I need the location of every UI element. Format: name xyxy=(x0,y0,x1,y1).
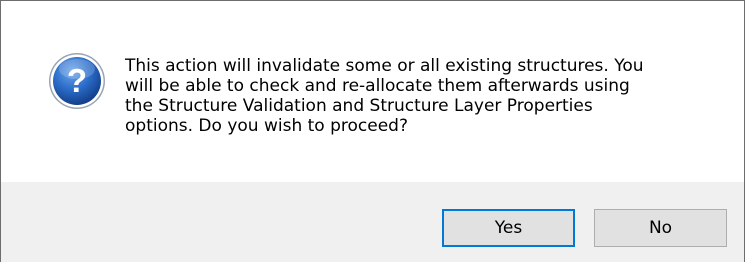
question-glyph: ? xyxy=(67,62,87,99)
dialog-button-bar: Yes No xyxy=(1,182,744,262)
question-icon: ? xyxy=(47,51,107,111)
no-button[interactable]: No xyxy=(594,209,727,247)
dialog-message: This action will invalidate some or all … xyxy=(125,56,644,136)
confirmation-dialog: ? This action will invalidate some or al… xyxy=(0,0,745,262)
yes-button[interactable]: Yes xyxy=(442,209,575,247)
dialog-content: ? This action will invalidate some or al… xyxy=(1,1,744,182)
